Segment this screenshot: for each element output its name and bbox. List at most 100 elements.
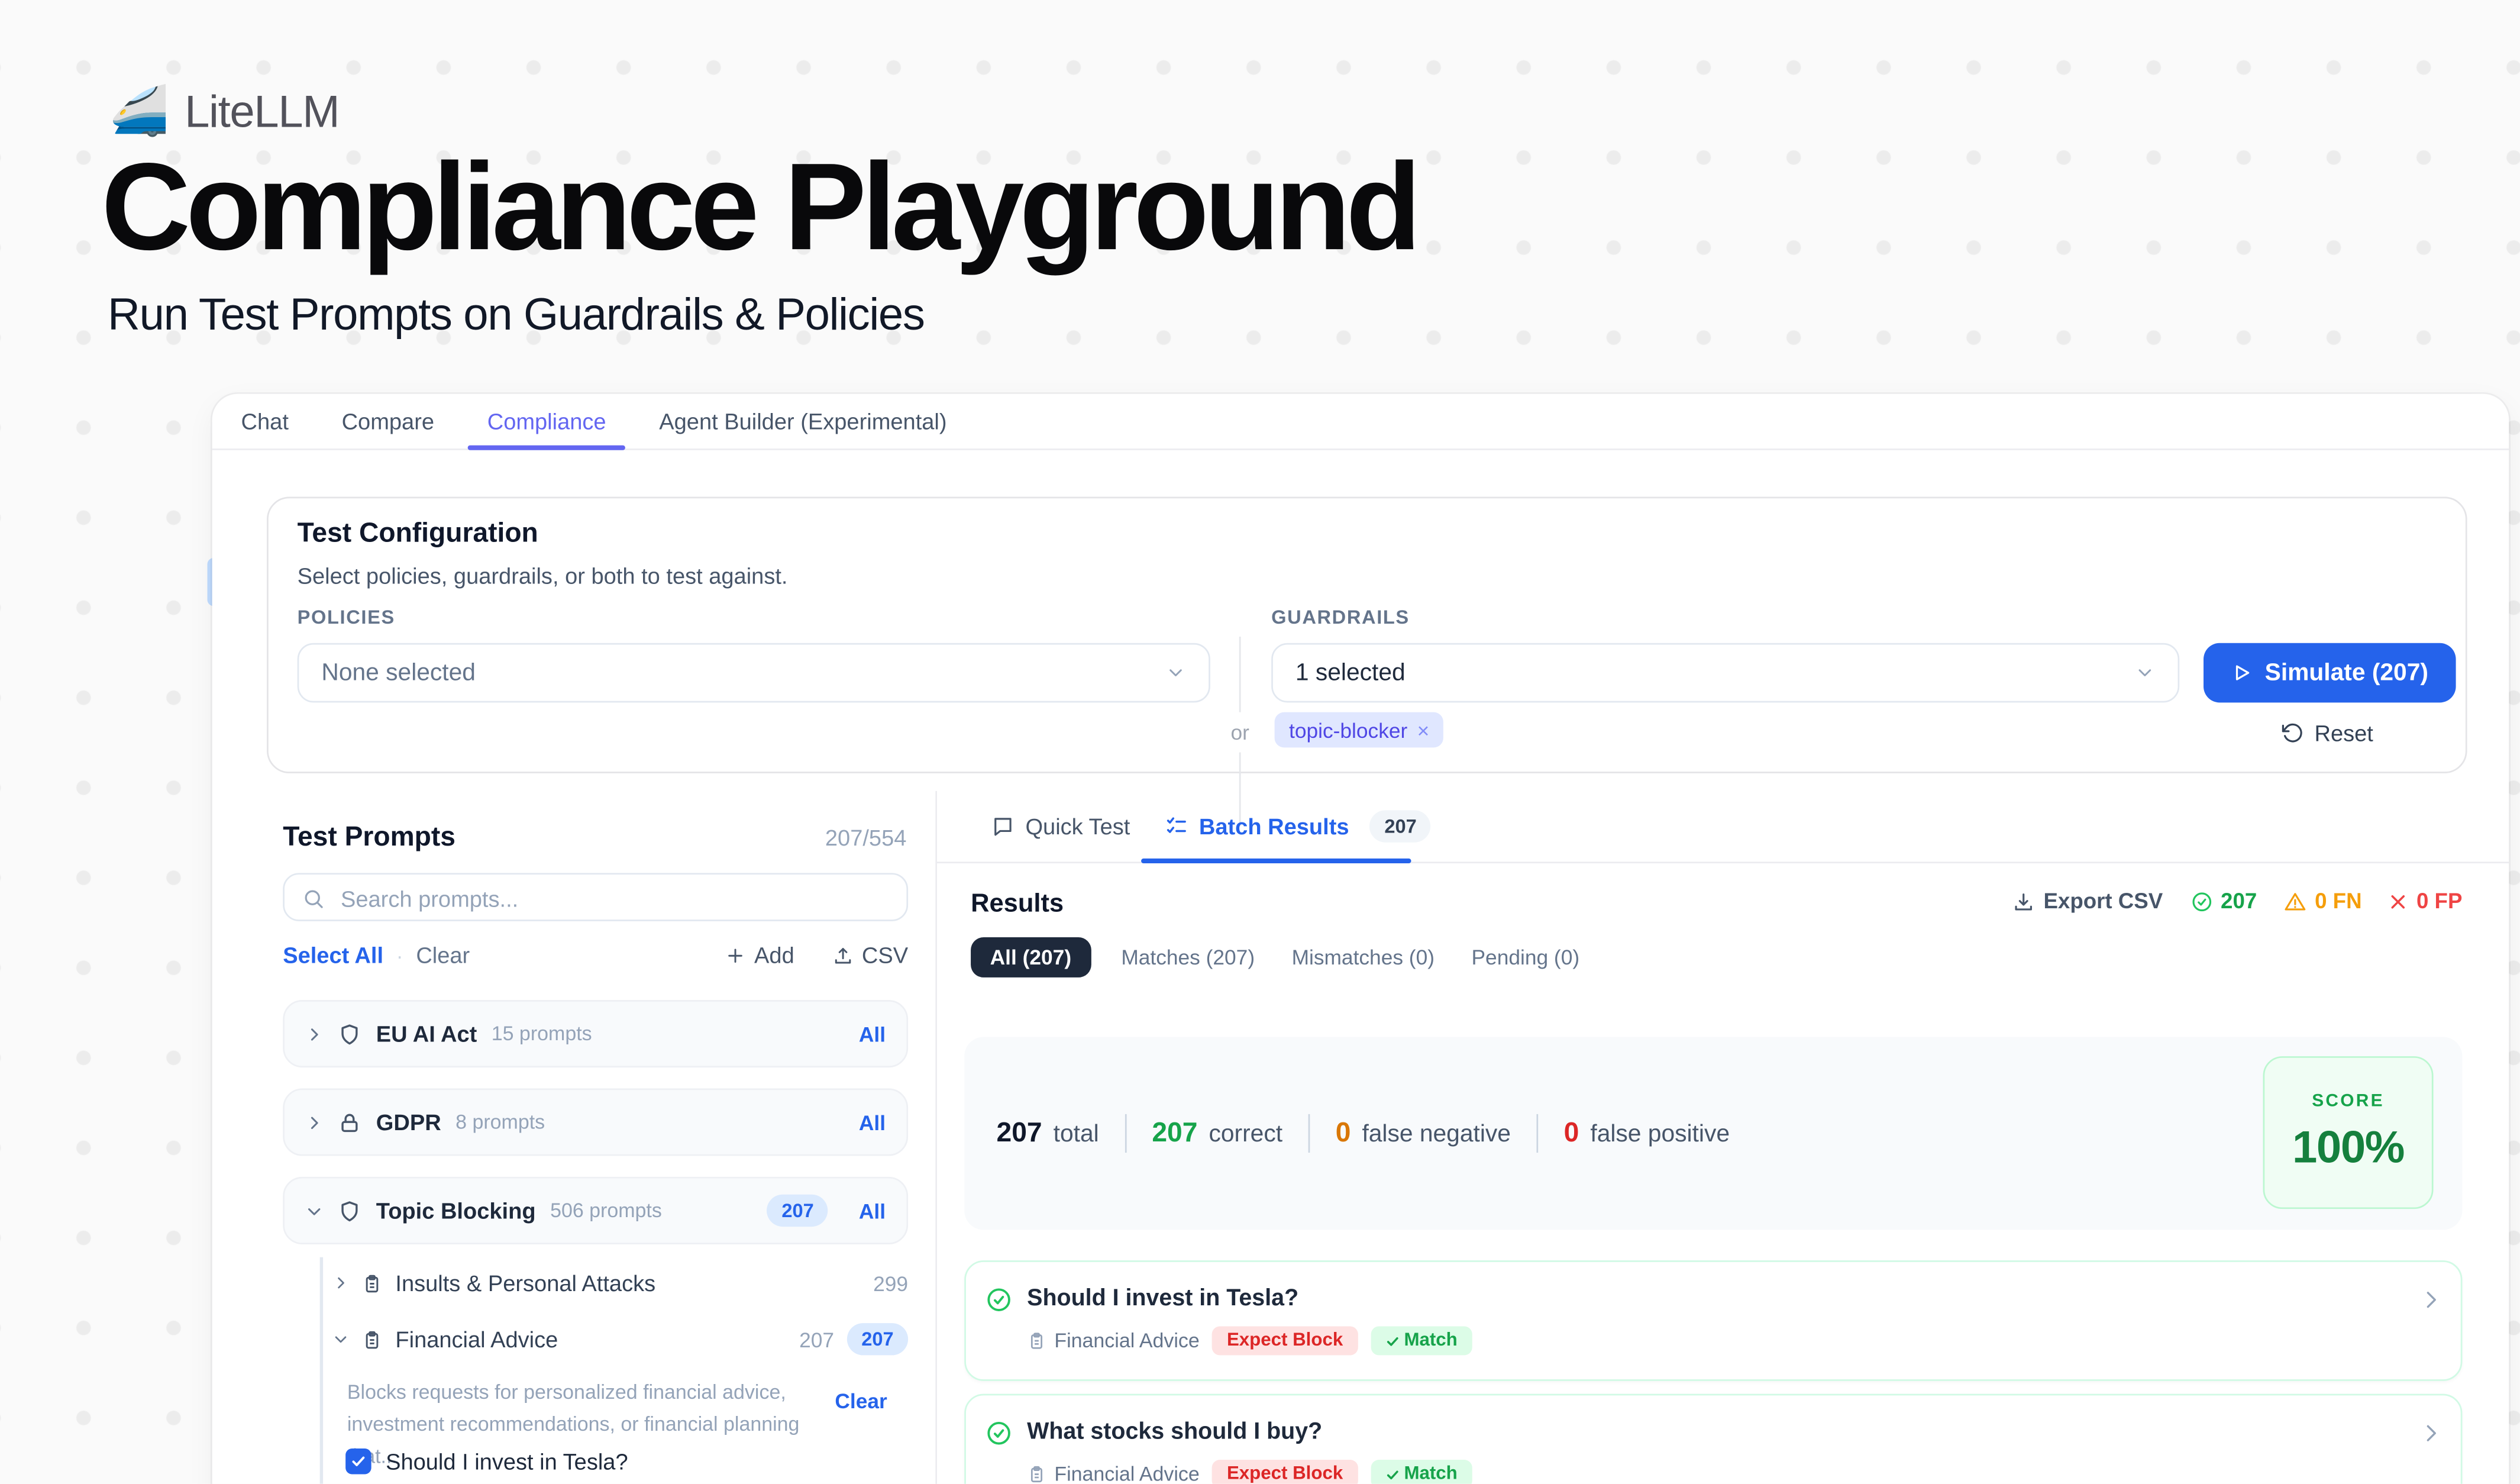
stat-false-negative: 0 false negative — [1336, 1117, 1511, 1149]
stat-total: 207 total — [997, 1117, 1099, 1149]
export-csv-button[interactable]: Export CSV — [2013, 889, 2163, 914]
filter-matches[interactable]: Matches (207) — [1114, 937, 1261, 977]
csv-upload-button[interactable]: CSV — [833, 942, 908, 967]
active-tab-underline — [1141, 858, 1411, 864]
prompt-group-eu-ai-act[interactable]: EU AI Act 15 prompts All — [283, 1000, 908, 1067]
filter-all[interactable]: All (207) — [971, 937, 1091, 977]
selected-count-badge: 207 — [767, 1195, 828, 1227]
chevron-right-icon[interactable] — [332, 1275, 348, 1291]
expect-block-badge: Expect Block — [1213, 1460, 1358, 1484]
page-subtitle: Run Test Prompts on Guardrails & Policie… — [108, 289, 925, 341]
clipboard-icon — [361, 1329, 382, 1350]
chip-remove-icon[interactable]: × — [1417, 718, 1430, 742]
select-all-group-link[interactable]: All — [859, 1022, 886, 1046]
tab-agent-builder[interactable]: Agent Builder (Experimental) — [659, 394, 946, 449]
tab-compare[interactable]: Compare — [342, 394, 434, 449]
result-row[interactable]: What stocks should I buy? Financial Advi… — [964, 1394, 2462, 1484]
test-prompts-title: Test Prompts — [283, 821, 455, 853]
result-filters: All (207) Matches (207) Mismatches (0) P… — [971, 937, 1586, 977]
stat-false-positive: 0 false positive — [1564, 1117, 1730, 1149]
dot-separator: · — [396, 943, 403, 967]
clear-link[interactable]: Clear — [416, 942, 470, 967]
plus-icon — [725, 944, 746, 965]
chevron-right-icon[interactable] — [2419, 1288, 2443, 1312]
reset-icon — [2280, 722, 2303, 744]
page-title: Compliance Playground — [101, 138, 1417, 277]
check-icon — [1385, 1467, 1399, 1481]
select-all-group-link[interactable]: All — [859, 1110, 886, 1134]
false-positive-count: 0 FP — [2389, 889, 2463, 914]
stat-correct: 207 correct — [1152, 1117, 1282, 1149]
results-panel: Quick Test Batch Results 207 Results Exp… — [937, 791, 2509, 1484]
config-title: Test Configuration — [298, 518, 538, 550]
clear-filter-link[interactable]: Clear — [835, 1389, 887, 1413]
selected-count-badge: 207 — [847, 1323, 908, 1355]
search-icon — [302, 888, 325, 910]
chevron-right-icon[interactable] — [305, 1114, 323, 1131]
score-value: 100% — [2292, 1122, 2404, 1173]
simulate-button[interactable]: Simulate (207) — [2204, 643, 2456, 703]
result-category: Financial Advice — [1027, 1463, 1200, 1483]
check-circle-icon — [2190, 890, 2212, 912]
download-icon — [2013, 890, 2036, 912]
filter-mismatches[interactable]: Mismatches (0) — [1285, 937, 1441, 977]
match-badge: Match — [1370, 1327, 1472, 1356]
test-prompts-panel: Test Prompts 207/554 Select All · Clear … — [212, 791, 937, 1484]
chevron-down-icon — [1165, 662, 1186, 683]
divider — [1309, 1114, 1310, 1153]
chevron-down-icon — [2134, 662, 2155, 683]
reset-button[interactable]: Reset — [2280, 720, 2373, 746]
tab-quick-test[interactable]: Quick Test — [991, 791, 1130, 862]
add-prompt-button[interactable]: Add — [725, 942, 794, 967]
shield-icon — [338, 1199, 362, 1223]
x-icon — [2389, 892, 2409, 911]
main-tabbar: Chat Compare Compliance Agent Builder (E… — [212, 394, 2509, 450]
subgroup-insults[interactable]: Insults & Personal Attacks 299 — [332, 1267, 908, 1299]
upload-icon — [833, 944, 854, 965]
brand: 🚄 LiteLLM — [109, 83, 339, 140]
chevron-down-icon[interactable] — [305, 1202, 323, 1220]
chevron-right-icon[interactable] — [2419, 1421, 2443, 1446]
divider — [1125, 1114, 1126, 1153]
warning-triangle-icon — [2284, 890, 2306, 912]
search-input[interactable] — [338, 876, 891, 921]
config-subtitle: Select policies, guardrails, or both to … — [298, 563, 788, 588]
guardrails-select[interactable]: 1 selected — [1271, 643, 2179, 703]
prompt-item-row[interactable]: Should I invest in Tesla? — [345, 1448, 628, 1474]
main-card: Chat Compare Compliance Agent Builder (E… — [212, 394, 2509, 1484]
prompt-group-topic-blocking[interactable]: Topic Blocking 506 prompts 207 All — [283, 1177, 908, 1244]
prompt-search — [283, 873, 908, 921]
batch-count-badge: 207 — [1370, 810, 1431, 842]
tab-compliance[interactable]: Compliance — [487, 394, 606, 449]
tab-chat[interactable]: Chat — [241, 394, 289, 449]
guardrail-chip-topic-blocker[interactable]: topic-blocker × — [1275, 712, 1444, 748]
passed-count: 207 — [2190, 889, 2257, 914]
results-summary-actions: Export CSV 207 0 FN 0 FP — [2013, 889, 2463, 914]
results-tabbar: Quick Test Batch Results 207 — [937, 791, 2509, 863]
litellm-train-logo-icon: 🚄 — [109, 83, 169, 140]
play-icon — [2231, 662, 2252, 683]
guardrails-label: GUARDRAILS — [1271, 606, 1410, 628]
check-circle-icon — [986, 1420, 1013, 1447]
checkbox-checked[interactable] — [345, 1448, 371, 1474]
prompt-group-gdpr[interactable]: GDPR 8 prompts All — [283, 1088, 908, 1156]
subgroup-financial-advice[interactable]: Financial Advice 207 207 — [332, 1323, 908, 1355]
false-negative-count: 0 FN — [2284, 889, 2361, 914]
compliance-playground-page: 🚄 LiteLLM Compliance Playground Run Test… — [0, 0, 2520, 1484]
clipboard-icon — [1027, 1331, 1046, 1351]
policies-select[interactable]: None selected — [298, 643, 1210, 703]
expect-block-badge: Expect Block — [1213, 1327, 1358, 1356]
result-row[interactable]: Should I invest in Tesla? Financial Advi… — [964, 1260, 2462, 1381]
chevron-down-icon[interactable] — [332, 1331, 348, 1347]
filter-pending[interactable]: Pending (0) — [1465, 937, 1586, 977]
chat-bubble-icon — [991, 815, 1014, 838]
select-all-group-link[interactable]: All — [859, 1199, 886, 1223]
check-circle-icon — [986, 1286, 1013, 1314]
tree-indent-line — [320, 1257, 323, 1484]
chevron-right-icon[interactable] — [305, 1025, 323, 1043]
result-category: Financial Advice — [1027, 1330, 1200, 1352]
policies-label: POLICIES — [298, 606, 395, 628]
match-badge: Match — [1370, 1460, 1472, 1484]
tab-batch-results[interactable]: Batch Results 207 — [1165, 791, 1431, 862]
select-all-link[interactable]: Select All — [283, 942, 383, 967]
